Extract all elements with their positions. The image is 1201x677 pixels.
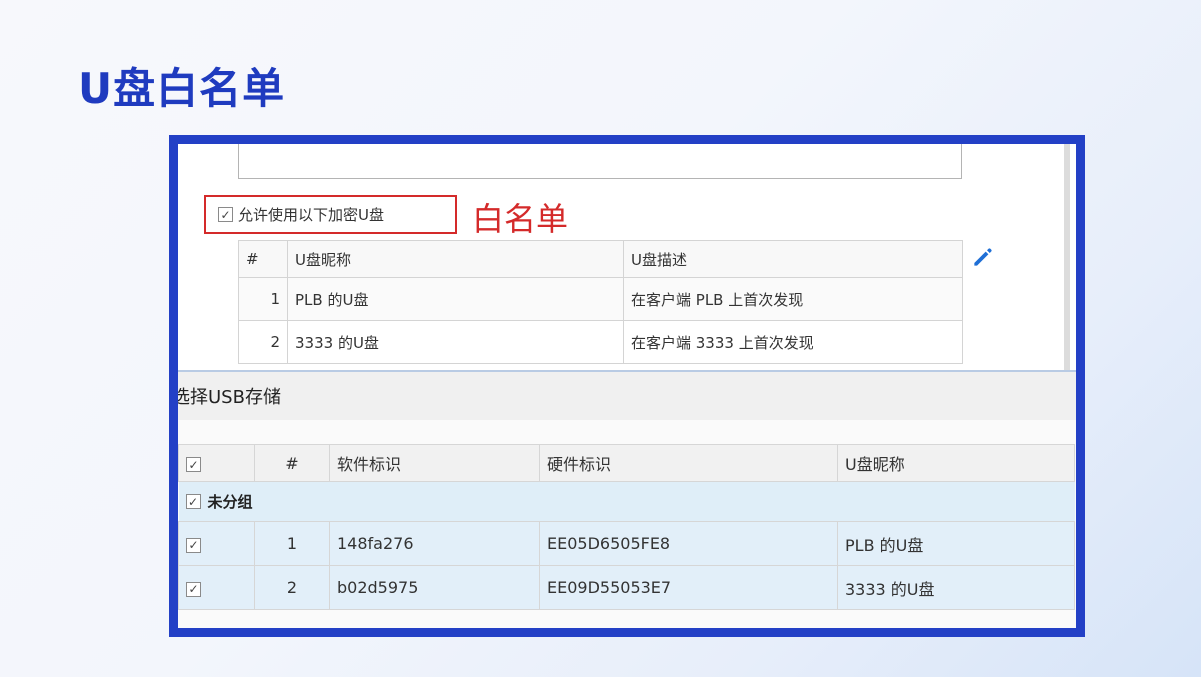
whitelist-annotation: 白名单	[472, 200, 569, 238]
row-index: 1	[254, 521, 330, 566]
row-nickname: 3333 的U盘	[837, 565, 1075, 610]
group-label: 未分组	[207, 493, 253, 511]
vertical-scrollbar[interactable]	[1064, 144, 1070, 370]
row-index: 2	[238, 320, 288, 364]
description-textarea[interactable]	[238, 144, 962, 179]
whitelist-settings-panel: ✓ 允许使用以下加密U盘 白名单 # U盘昵称 U盘描述 1 PLB 的U盘 在…	[178, 144, 1076, 370]
row-software-id: 148fa276	[329, 521, 540, 566]
row-checkbox[interactable]: ✓	[186, 537, 201, 553]
group-checkbox[interactable]: ✓	[185, 494, 201, 509]
row-checkbox-cell: ✓	[178, 521, 255, 566]
group-cell: ✓ 未分组	[178, 481, 1075, 522]
table-row[interactable]: 1 PLB 的U盘 在客户端 PLB 上首次发现	[238, 277, 963, 321]
whitelist-table: # U盘昵称 U盘描述 1 PLB 的U盘 在客户端 PLB 上首次发现 2 3…	[238, 240, 963, 364]
row-hardware-id: EE09D55053E7	[539, 565, 838, 610]
row-description: 在客户端 PLB 上首次发现	[623, 277, 963, 321]
table-empty-area	[178, 609, 1075, 628]
select-usb-dialog: 选择USB存储 ✓ # 软件标识 硬件标识 U盘昵称 ✓ 未分组 ✓ 1 148…	[178, 370, 1076, 628]
row-description: 在客户端 3333 上首次发现	[623, 320, 963, 364]
table-row[interactable]: ✓ 2 b02d5975 EE09D55053E7 3333 的U盘	[178, 565, 1075, 610]
row-checkbox-cell: ✓	[178, 565, 255, 610]
row-hardware-id: EE05D6505FE8	[539, 521, 838, 566]
row-nickname: 3333 的U盘	[287, 320, 624, 364]
group-row[interactable]: ✓ 未分组	[178, 481, 1075, 522]
table-header-row: ✓ # 软件标识 硬件标识 U盘昵称	[178, 444, 1075, 482]
screenshot-frame: ✓ 允许使用以下加密U盘 白名单 # U盘昵称 U盘描述 1 PLB 的U盘 在…	[169, 135, 1085, 637]
table-row[interactable]: ✓ 1 148fa276 EE05D6505FE8 PLB 的U盘	[178, 521, 1075, 566]
column-header-software-id[interactable]: 软件标识	[329, 444, 540, 482]
row-software-id: b02d5975	[329, 565, 540, 610]
row-checkbox[interactable]: ✓	[186, 581, 201, 597]
column-header-index[interactable]: #	[254, 444, 330, 482]
slide-title: U盘白名单	[78, 64, 286, 113]
allow-encrypted-usb-checkbox-row[interactable]: ✓ 允许使用以下加密U盘	[204, 195, 457, 234]
row-nickname: PLB 的U盘	[837, 521, 1075, 566]
column-header-description[interactable]: U盘描述	[623, 240, 963, 278]
allow-encrypted-usb-checkbox[interactable]: ✓	[218, 207, 233, 222]
allow-encrypted-usb-label: 允许使用以下加密U盘	[238, 206, 384, 224]
column-header-nickname[interactable]: U盘昵称	[287, 240, 624, 278]
row-index: 2	[254, 565, 330, 610]
column-header-hardware-id[interactable]: 硬件标识	[539, 444, 838, 482]
column-header-nickname[interactable]: U盘昵称	[837, 444, 1075, 482]
column-header-select-all[interactable]: ✓	[178, 444, 255, 482]
pencil-icon[interactable]	[970, 244, 996, 270]
select-all-checkbox[interactable]: ✓	[186, 457, 201, 472]
row-index: 1	[238, 277, 288, 321]
column-header-index[interactable]: #	[238, 240, 288, 278]
usb-storage-table: ✓ # 软件标识 硬件标识 U盘昵称 ✓ 未分组 ✓ 1 148fa276 EE…	[178, 444, 1075, 610]
row-nickname: PLB 的U盘	[287, 277, 624, 321]
table-header-row: # U盘昵称 U盘描述	[238, 240, 963, 278]
dialog-title: 选择USB存储	[178, 372, 1076, 420]
table-row[interactable]: 2 3333 的U盘 在客户端 3333 上首次发现	[238, 320, 963, 364]
